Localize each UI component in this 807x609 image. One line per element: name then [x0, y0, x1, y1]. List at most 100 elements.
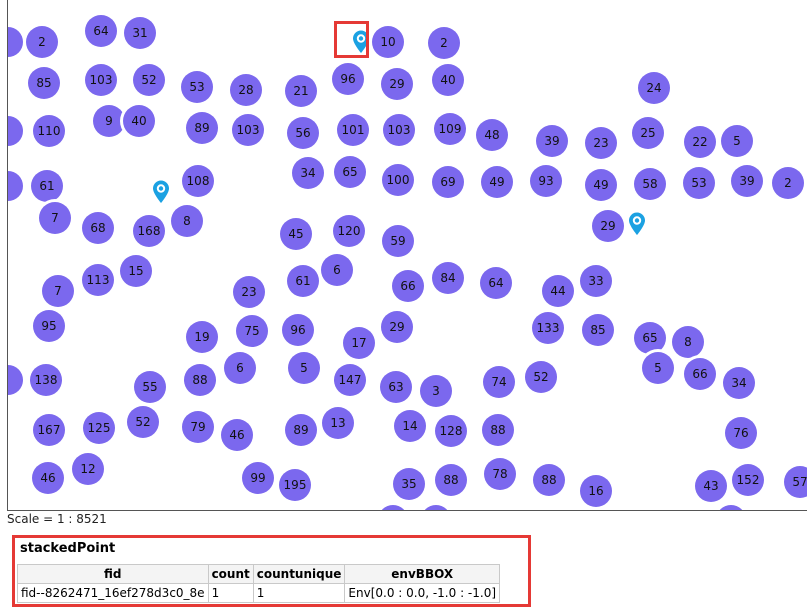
cluster-marker[interactable]: 52 [127, 406, 159, 438]
cluster-marker[interactable]: 29 [381, 68, 413, 100]
cluster-marker[interactable]: 16 [580, 475, 612, 507]
cluster-marker[interactable]: 9 [93, 105, 125, 137]
cluster-marker[interactable]: 25 [632, 117, 664, 149]
cluster-marker[interactable]: 5 [288, 352, 320, 384]
cluster-marker[interactable]: 110 [33, 115, 65, 147]
location-pin-icon[interactable] [152, 180, 170, 204]
cluster-marker[interactable]: 22 [684, 126, 716, 158]
cluster-marker[interactable]: 49 [481, 166, 513, 198]
cluster-marker[interactable]: 65 [334, 156, 366, 188]
cluster-marker[interactable]: 46 [32, 462, 64, 494]
cluster-marker[interactable]: 125 [83, 412, 115, 444]
cluster-marker[interactable]: 133 [532, 312, 564, 344]
cluster-marker[interactable]: 128 [435, 415, 467, 447]
cluster-marker[interactable]: 2 [772, 167, 804, 199]
cluster-marker[interactable]: 13 [322, 407, 354, 439]
cluster-marker[interactable]: 69 [432, 166, 464, 198]
cluster-marker[interactable]: 21 [285, 75, 317, 107]
cluster-marker[interactable]: 48 [476, 119, 508, 151]
cluster-marker[interactable]: 7 [42, 275, 74, 307]
cluster-marker[interactable]: 89 [186, 112, 218, 144]
cluster-marker[interactable]: 5 [642, 352, 674, 384]
cluster-marker[interactable]: 84 [432, 262, 464, 294]
cluster-marker[interactable]: 88 [482, 414, 514, 446]
cluster-marker[interactable]: 138 [30, 364, 62, 396]
cluster-marker[interactable]: 10 [372, 26, 404, 58]
map-view[interactable]: 2 64 31 10 2 85 103 52 53 28 21 96 29 40 24 110 9 40 89 103… [7, 0, 807, 511]
cluster-marker[interactable]: 28 [230, 74, 262, 106]
cluster-marker[interactable]: 78 [484, 458, 516, 490]
cluster-marker[interactable]: 64 [480, 267, 512, 299]
location-pin-icon[interactable] [628, 212, 646, 236]
cluster-marker[interactable]: 19 [186, 321, 218, 353]
cluster-marker[interactable]: 95 [33, 310, 65, 342]
cluster-marker[interactable]: 152 [732, 464, 764, 496]
cluster-marker[interactable]: 88 [435, 464, 467, 496]
cluster-marker[interactable]: 6 [321, 254, 353, 286]
cluster-marker[interactable]: 8 [171, 205, 203, 237]
cluster-marker[interactable]: 74 [483, 366, 515, 398]
cluster-marker[interactable]: 44 [542, 275, 574, 307]
cluster-marker[interactable]: 85 [582, 314, 614, 346]
cluster-marker[interactable]: 40 [432, 64, 464, 96]
cluster-marker[interactable]: 43 [695, 470, 727, 502]
cluster-marker[interactable]: 24 [638, 72, 670, 104]
cluster-marker[interactable]: 147 [334, 364, 366, 396]
cluster-marker[interactable]: 167 [33, 414, 65, 446]
cluster-marker[interactable]: 59 [382, 225, 414, 257]
cluster-marker[interactable]: 100 [382, 164, 414, 196]
cluster-marker[interactable]: 76 [725, 417, 757, 449]
cluster-marker[interactable]: 49 [585, 169, 617, 201]
cluster-marker[interactable]: 52 [525, 361, 557, 393]
cluster-marker[interactable]: 120 [333, 215, 365, 247]
cluster-marker[interactable]: 31 [124, 17, 156, 49]
cluster-marker[interactable]: 40 [123, 105, 155, 137]
cluster-marker[interactable]: 53 [683, 167, 715, 199]
cluster-marker[interactable]: 12 [72, 453, 104, 485]
cluster-marker[interactable]: 15 [120, 255, 152, 287]
cluster-marker[interactable]: 103 [232, 114, 264, 146]
cluster-marker[interactable]: 88 [533, 464, 565, 496]
cluster-marker[interactable]: 56 [287, 117, 319, 149]
cluster-marker[interactable]: 2 [26, 26, 58, 58]
cluster-marker[interactable]: 33 [580, 265, 612, 297]
cluster-marker[interactable]: 39 [536, 125, 568, 157]
cluster-marker[interactable]: 39 [731, 165, 763, 197]
cluster-marker[interactable]: 109 [434, 113, 466, 145]
cluster-marker[interactable]: 99 [242, 462, 274, 494]
cluster-marker[interactable]: 23 [233, 276, 265, 308]
cluster-marker[interactable]: 55 [134, 371, 166, 403]
cluster-marker[interactable]: 63 [380, 371, 412, 403]
cluster-marker[interactable]: 89 [285, 414, 317, 446]
cluster-marker[interactable]: 108 [182, 165, 214, 197]
cluster-marker[interactable]: 168 [133, 215, 165, 247]
cluster-marker[interactable]: 23 [585, 127, 617, 159]
cluster-marker[interactable]: 93 [530, 165, 562, 197]
cluster-marker[interactable]: 195 [279, 469, 311, 501]
cluster-marker[interactable]: 52 [133, 64, 165, 96]
cluster-marker[interactable]: 68 [82, 212, 114, 244]
cluster-marker[interactable]: 85 [28, 67, 60, 99]
cluster-marker[interactable]: 88 [184, 364, 216, 396]
cluster-marker[interactable]: 34 [723, 367, 755, 399]
cluster-marker[interactable]: 6 [224, 352, 256, 384]
cluster-marker[interactable]: 7 [39, 202, 71, 234]
cluster-marker[interactable]: 3 [420, 375, 452, 407]
cluster-marker[interactable]: 2 [428, 27, 460, 59]
cluster-marker[interactable]: 64 [85, 15, 117, 47]
cluster-marker[interactable]: 96 [282, 314, 314, 346]
cluster-marker[interactable]: 14 [394, 410, 426, 442]
cluster-marker[interactable]: 101 [337, 114, 369, 146]
cluster-marker[interactable]: 113 [82, 264, 114, 296]
cluster-marker[interactable]: 57 [784, 466, 807, 498]
cluster-marker[interactable]: 61 [287, 265, 319, 297]
cluster-marker[interactable]: 79 [182, 411, 214, 443]
cluster-marker[interactable]: 35 [393, 468, 425, 500]
cluster-marker[interactable]: 103 [383, 114, 415, 146]
cluster-marker[interactable]: 29 [381, 311, 413, 343]
cluster-marker[interactable]: 96 [332, 63, 364, 95]
cluster-marker[interactable]: 8 [672, 326, 704, 358]
cluster-marker[interactable]: 75 [236, 315, 268, 347]
cluster-marker[interactable]: 17 [343, 327, 375, 359]
cluster-marker[interactable]: 103 [85, 64, 117, 96]
